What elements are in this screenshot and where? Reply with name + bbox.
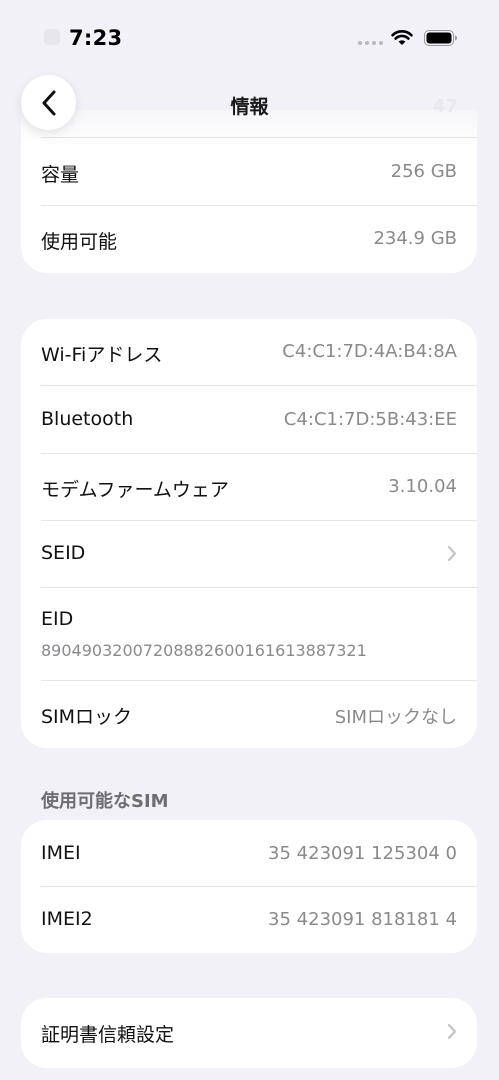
imei-value: 35 423091 125304 0 bbox=[268, 843, 457, 864]
chevron-right-icon bbox=[447, 1023, 457, 1040]
faded-scrolled-value: 47 bbox=[433, 96, 459, 117]
wifi-icon bbox=[391, 30, 413, 45]
modem-firmware-value: 3.10.04 bbox=[388, 476, 457, 497]
sim-lock-value: SIMロックなし bbox=[334, 707, 457, 728]
capacity-row: 容量 256 GB bbox=[21, 137, 477, 205]
bluetooth-label: Bluetooth bbox=[41, 408, 134, 430]
available-row: 使用可能 234.9 GB bbox=[21, 205, 477, 273]
imei-label: IMEI bbox=[41, 842, 81, 864]
seid-label: SEID bbox=[41, 542, 86, 564]
modem-firmware-row: モデムファームウェア 3.10.04 bbox=[21, 453, 477, 520]
available-label: 使用可能 bbox=[41, 231, 118, 253]
status-app-icon bbox=[44, 29, 60, 45]
wifi-address-label: Wi-Fiアドレス bbox=[41, 344, 163, 366]
status-time: 7:23 bbox=[69, 26, 123, 50]
bluetooth-row: Bluetooth C4:C1:7D:5B:43:EE bbox=[21, 386, 477, 453]
bluetooth-value: C4:C1:7D:5B:43:EE bbox=[283, 409, 457, 430]
imei2-label: IMEI2 bbox=[41, 908, 93, 930]
sim-lock-label: SIMロック bbox=[41, 706, 133, 728]
imei-row: IMEI 35 423091 125304 0 bbox=[21, 820, 477, 886]
imei2-row: IMEI2 35 423091 818181 4 bbox=[21, 887, 477, 953]
certificate-trust-settings-label: 証明書信頼設定 bbox=[41, 1024, 175, 1046]
seid-row[interactable]: SEID bbox=[21, 520, 477, 587]
capacity-value: 256 GB bbox=[390, 161, 457, 182]
available-sim-card: IMEI 35 423091 125304 0 IMEI2 35 423091 … bbox=[21, 820, 477, 953]
network-card: Wi-Fiアドレス C4:C1:7D:4A:B4:8A Bluetooth C4… bbox=[21, 319, 477, 748]
eid-row: EID 89049032007208882600161613887321 bbox=[21, 587, 477, 680]
eid-label: EID bbox=[41, 608, 74, 630]
wifi-address-row: Wi-Fiアドレス C4:C1:7D:4A:B4:8A bbox=[21, 319, 477, 386]
capacity-label: 容量 bbox=[41, 164, 80, 186]
available-sim-header: 使用可能なSIM bbox=[41, 791, 169, 812]
available-value: 234.9 GB bbox=[373, 228, 457, 249]
modem-firmware-label: モデムファームウェア bbox=[41, 479, 229, 501]
imei2-value: 35 423091 818181 4 bbox=[268, 909, 457, 930]
battery-icon bbox=[424, 30, 457, 46]
status-bar: 7:23 bbox=[0, 0, 499, 72]
screen: 7:23 容量 256 GB 使用可能 234.9 GB 情報 47 Wi-Fi… bbox=[0, 0, 499, 1080]
wifi-address-value: C4:C1:7D:4A:B4:8A bbox=[282, 341, 457, 362]
cellular-signal-icon bbox=[358, 41, 383, 45]
eid-value: 89049032007208882600161613887321 bbox=[41, 641, 367, 660]
page-title: 情報 bbox=[230, 96, 269, 118]
certificate-trust-settings-row[interactable]: 証明書信頼設定 bbox=[21, 998, 477, 1068]
chevron-right-icon bbox=[447, 545, 457, 562]
sim-lock-row: SIMロック SIMロックなし bbox=[21, 680, 477, 748]
storage-card: 容量 256 GB 使用可能 234.9 GB bbox=[21, 110, 477, 273]
